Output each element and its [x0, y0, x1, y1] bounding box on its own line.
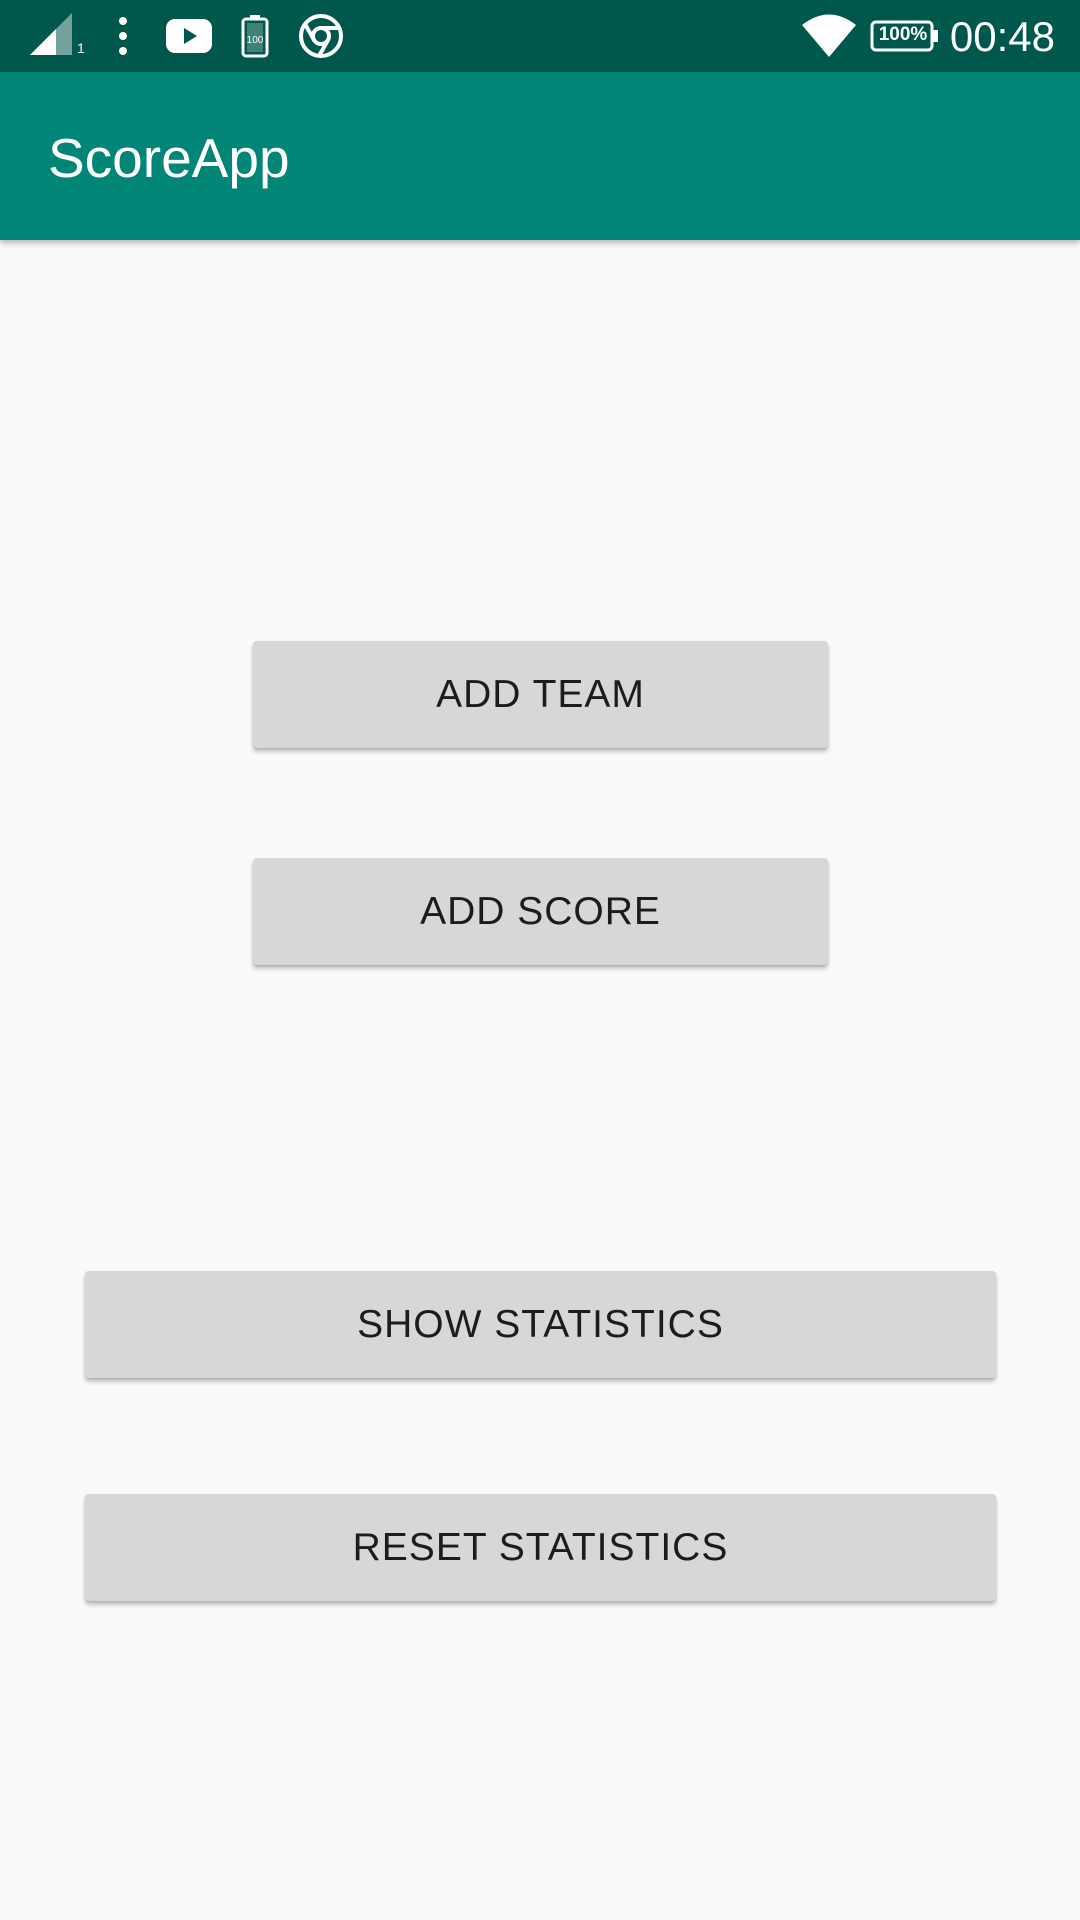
show-statistics-button[interactable]: SHOW STATISTICS	[85, 1271, 996, 1378]
add-team-button[interactable]: ADD TEAM	[253, 641, 828, 748]
status-bar: 1 100 100% 00:48	[0, 0, 1080, 72]
clock: 00:48	[949, 13, 1055, 60]
battery-percent-label: 100%	[878, 24, 928, 45]
add-score-button[interactable]: ADD SCORE	[253, 858, 828, 965]
more-vert-icon	[112, 0, 134, 72]
signal-icon	[28, 0, 86, 72]
chrome-icon	[298, 0, 344, 72]
battery-saver-icon: 100	[241, 0, 269, 72]
app-bar: ScoreApp	[0, 72, 1080, 240]
battery-saver-level: 100	[247, 35, 264, 46]
reset-statistics-button[interactable]: RESET STATISTICS	[85, 1494, 996, 1601]
sim-slot-label: 1	[77, 40, 85, 56]
wifi-icon	[800, 0, 858, 72]
app-title: ScoreApp	[48, 127, 290, 189]
youtube-icon	[164, 0, 214, 72]
